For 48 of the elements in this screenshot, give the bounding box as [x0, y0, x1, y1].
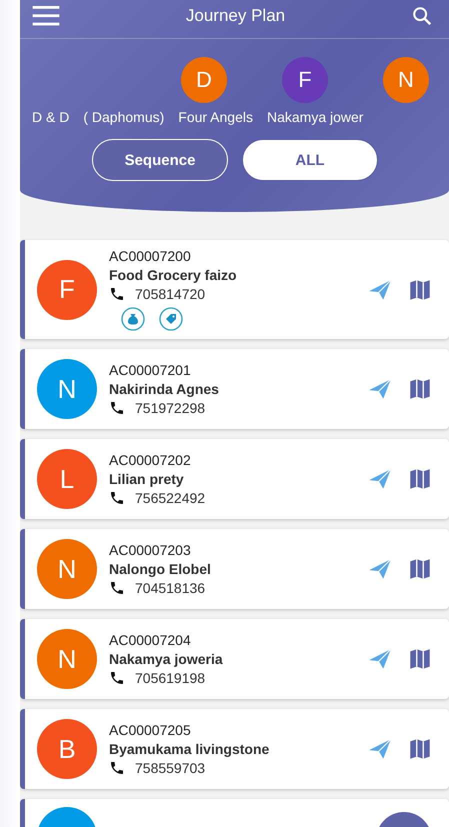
customer-card[interactable]: L AC00007202 Lilian prety 756522492	[20, 439, 449, 519]
phone-number: 704518136	[135, 580, 206, 596]
phone-number: 758559703	[135, 760, 206, 776]
phone-icon	[109, 580, 125, 596]
avatar: L	[37, 449, 97, 509]
customer-card[interactable]: N AC00007203 Nalongo Elobel 704518136	[20, 529, 449, 609]
customer-code: AC00007204	[109, 632, 192, 648]
money-bag-icon[interactable]	[121, 307, 145, 331]
tag-icon[interactable]	[159, 307, 183, 331]
tab[interactable]: ALL	[242, 139, 378, 181]
customer-card[interactable]: N AC00007201 Nakirinda Agnes 751972298	[20, 349, 449, 429]
customer-label: D & D	[32, 109, 70, 125]
customer-name: Byamukama livingstone	[109, 741, 270, 757]
avatar: N	[37, 629, 97, 689]
customer-code: AC00007203	[109, 542, 192, 558]
avatar: B	[37, 719, 97, 779]
phone-number: 756522492	[135, 490, 206, 506]
phone-icon	[109, 760, 125, 776]
tab[interactable]: Sequence	[92, 139, 228, 181]
customer-card[interactable]: N AC00007204 Nakamya joweria 705619198	[20, 619, 449, 699]
customer-label: Nakamya jower	[266, 109, 364, 125]
customer-code: AC00007205	[109, 722, 192, 738]
customer-name: Nakamya joweria	[109, 651, 224, 667]
search-icon[interactable]	[410, 5, 433, 27]
customer-code: AC00007200	[109, 248, 192, 264]
customer-code: AC00007201	[109, 362, 192, 378]
customer-name: Lilian prety	[109, 471, 185, 487]
menu-icon[interactable]	[32, 6, 60, 26]
customer-name: Food Grocery faizo	[109, 267, 238, 283]
phone-icon	[109, 490, 125, 506]
customer-code: AC00007202	[109, 452, 192, 468]
phone-number: 705814720	[135, 286, 206, 302]
customer-card[interactable]: B AC00007205 Byamukama livingstone 758559703	[20, 709, 449, 789]
avatar[interactable]: F	[282, 57, 328, 103]
app-title: Journey Plan	[186, 6, 286, 26]
customer-card[interactable]: F AC00007200 Food Grocery faizo 705814720	[20, 240, 449, 339]
phone-icon	[109, 286, 125, 302]
avatar: N	[37, 539, 97, 599]
avatar: N	[37, 359, 97, 419]
customer-label: ( Daphomus)	[83, 109, 164, 125]
avatar: F	[37, 260, 97, 320]
customer-name: Nalongo Elobel	[109, 561, 212, 577]
phone-icon	[109, 670, 125, 686]
phone-icon	[109, 400, 125, 416]
phone-number: 751972298	[135, 400, 206, 416]
phone-number: 705619198	[135, 670, 206, 686]
customer-name: Nakirinda Agnes	[109, 381, 220, 397]
customer-label: Four Angels	[178, 109, 253, 125]
